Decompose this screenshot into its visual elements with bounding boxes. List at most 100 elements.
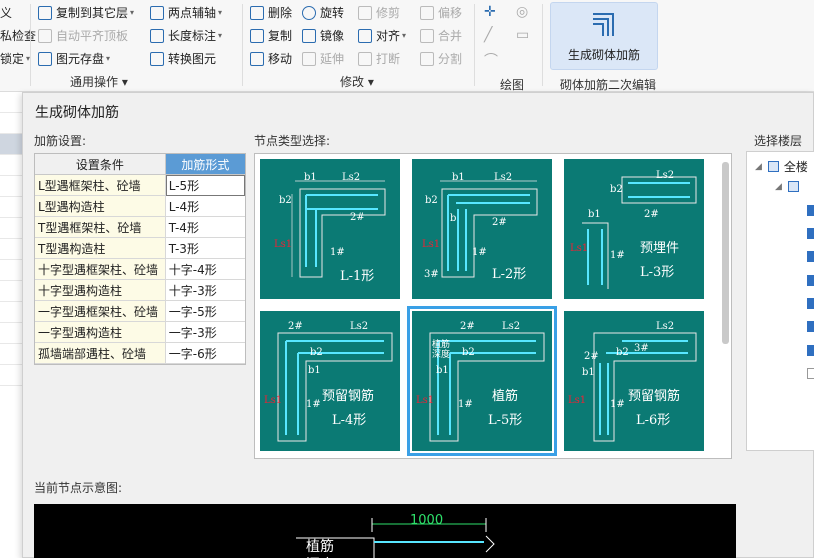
dim-label: 1# <box>306 399 321 410</box>
node-tile-l5[interactable]: 2# Ls2 植筋 深度 b2 b1 1# Ls1 植筋 L-5形 <box>407 306 557 456</box>
copy-to-layer-button[interactable]: 复制到其它层 ▾ <box>38 4 134 21</box>
form-cell[interactable]: T-3形 <box>165 238 245 259</box>
ribbon-item-lock[interactable]: 锁定 ▾ <box>0 50 30 67</box>
element-save-button[interactable]: 图元存盘 ▾ <box>38 50 110 67</box>
dim-label: Ls2 <box>502 321 521 332</box>
table-row[interactable]: T型遇构造柱 T-3形 <box>35 238 245 259</box>
dim-label: 2# <box>492 217 507 228</box>
mirror-button[interactable]: 镜像 <box>302 27 344 44</box>
checkbox-icon[interactable] <box>787 181 799 192</box>
mirror-icon <box>302 28 316 43</box>
condition-cell: L型遇构造柱 <box>35 196 166 217</box>
table-row[interactable]: 一字型遇构造柱 一字-3形 <box>35 322 245 343</box>
checkbox-checked-icon[interactable] <box>807 298 814 309</box>
ribbon-item-label: 锁定 <box>0 52 25 66</box>
node-tile-l1[interactable]: b1 Ls2 b2 2# 1# Ls1 L-1形 <box>260 159 400 299</box>
split-button[interactable]: 分割 <box>420 50 462 67</box>
arc-draw-icon[interactable]: ◎ <box>516 4 528 20</box>
dim-label: b2 <box>616 347 629 358</box>
line-draw-icon[interactable]: ╱ <box>484 27 492 43</box>
node-tile-l2[interactable]: b1 Ls2 b2 b 2# 1# 3# Ls1 L-2形 <box>412 159 552 299</box>
align-button[interactable]: 对齐 ▾ <box>358 27 406 44</box>
table-row[interactable]: 孤墙端部遇柱、砼墙 一字-6形 <box>35 343 245 364</box>
form-cell[interactable]: L-5形 <box>165 175 245 196</box>
floor-tree-leaf[interactable] <box>807 298 814 309</box>
break-button[interactable]: 打断 <box>358 50 400 67</box>
dim-label: Ls2 <box>494 172 513 183</box>
chevron-down-icon: ▾ <box>402 31 407 40</box>
checkbox-checked-icon[interactable] <box>807 228 814 239</box>
rotate-button[interactable]: 旋转 <box>302 4 344 21</box>
ribbon-item-yi[interactable]: 义 <box>0 4 12 21</box>
node-tile-l4[interactable]: 2# Ls2 b2 b1 1# Ls1 预留钢筋 L-4形 <box>260 311 400 451</box>
form-cell[interactable]: L-4形 <box>165 196 245 217</box>
checkbox-checked-icon[interactable] <box>807 345 814 356</box>
delete-button[interactable]: 删除 <box>250 4 292 21</box>
two-point-axis-label: 两点辅轴 <box>168 6 217 20</box>
checkbox-checked-icon[interactable] <box>807 321 814 332</box>
offset-button[interactable]: 偏移 <box>420 4 462 21</box>
background-row <box>0 344 22 365</box>
length-dim-button[interactable]: 长度标注 ▾ <box>150 27 222 44</box>
split-icon <box>420 51 434 66</box>
extend-button[interactable]: 延伸 <box>302 50 344 67</box>
table-row[interactable]: L型遇框架柱、砼墙 L-5形 <box>35 175 245 196</box>
copy-layer-icon <box>38 5 52 20</box>
rect-draw-icon[interactable]: ▭ <box>516 27 529 43</box>
floor-tree-leaf[interactable] <box>807 368 814 379</box>
general-ops-label: 通用操作 <box>70 75 119 89</box>
move-button[interactable]: 移动 <box>250 50 292 67</box>
dim-label: Ls1 <box>568 395 587 406</box>
floor-tree-node[interactable]: ◢ <box>775 181 804 192</box>
table-row[interactable]: 十字型遇构造柱 十字-3形 <box>35 280 245 301</box>
form-cell[interactable]: 十字-3形 <box>165 280 245 301</box>
node-name-label: L-5形 <box>488 413 523 428</box>
table-row[interactable]: 十字型遇框架柱、砼墙 十字-4形 <box>35 259 245 280</box>
floor-tree-root[interactable]: ◢ 全楼 <box>755 158 808 175</box>
checkbox-checked-icon[interactable] <box>807 275 814 286</box>
checkbox-checked-icon[interactable] <box>807 251 814 262</box>
dim-label: Ls1 <box>274 239 293 250</box>
collapse-triangle-icon[interactable]: ◢ <box>755 162 762 172</box>
background-row <box>0 92 22 113</box>
table-row[interactable]: T型遇框架柱、砼墙 T-4形 <box>35 217 245 238</box>
form-cell[interactable]: T-4形 <box>165 217 245 238</box>
floor-tree-leaf[interactable] <box>807 251 814 262</box>
checkbox-checked-icon[interactable] <box>807 205 814 216</box>
point-draw-icon[interactable]: ✛ <box>484 4 496 20</box>
two-point-axis-button[interactable]: 两点辅轴 ▾ <box>150 4 222 21</box>
background-row <box>0 365 22 386</box>
node-grid-scrollbar[interactable] <box>722 162 729 344</box>
trim-button[interactable]: 修剪 <box>358 4 400 21</box>
form-cell[interactable]: 一字-6形 <box>165 343 245 364</box>
chevron-down-icon: ▾ <box>367 75 374 89</box>
form-cell[interactable]: 一字-5形 <box>165 301 245 322</box>
node-tile-l6[interactable]: Ls2 3# b2 2# b1 1# Ls1 预留钢筋 L-6形 <box>564 311 704 451</box>
checkbox-icon[interactable] <box>767 161 779 172</box>
background-row <box>0 113 22 134</box>
dim-label: Ls1 <box>416 395 435 406</box>
condition-cell: 一字型遇框架柱、砼墙 <box>35 301 166 322</box>
trash-icon <box>250 5 264 20</box>
checkbox-icon[interactable] <box>807 368 814 379</box>
arc2-draw-icon[interactable]: ⌒ <box>484 50 498 70</box>
form-cell[interactable]: 十字-4形 <box>165 259 245 280</box>
floor-tree-leaf[interactable] <box>807 275 814 286</box>
generate-masonry-rebar-button[interactable]: 生成砌体加筋 <box>550 2 658 70</box>
node-tile-l3[interactable]: Ls2 b2 2# b1 1# Ls1 预埋件 L-3形 <box>564 159 704 299</box>
floor-tree-leaf[interactable] <box>807 345 814 356</box>
table-row[interactable]: 一字型遇框架柱、砼墙 一字-5形 <box>35 301 245 322</box>
merge-button[interactable]: 合并 <box>420 27 462 44</box>
copy-button[interactable]: 复制 <box>250 27 292 44</box>
floor-tree-leaf[interactable] <box>807 228 814 239</box>
form-cell[interactable]: 一字-3形 <box>165 322 245 343</box>
floor-tree-leaf[interactable] <box>807 205 814 216</box>
dim-label: Ls2 <box>656 321 675 332</box>
collapse-triangle-icon[interactable]: ◢ <box>775 182 782 192</box>
offset-label: 偏移 <box>438 6 463 20</box>
auto-flat-button[interactable]: 自动平齐顶板 <box>38 27 128 44</box>
floor-tree-leaf[interactable] <box>807 321 814 332</box>
settings-table: 设置条件 加筋形式 L型遇框架柱、砼墙 L-5形 L型遇构造柱 L-4形 T型遇框架… <box>34 153 246 365</box>
table-row[interactable]: L型遇构造柱 L-4形 <box>35 196 245 217</box>
convert-element-button[interactable]: 转换图元 <box>150 50 216 67</box>
